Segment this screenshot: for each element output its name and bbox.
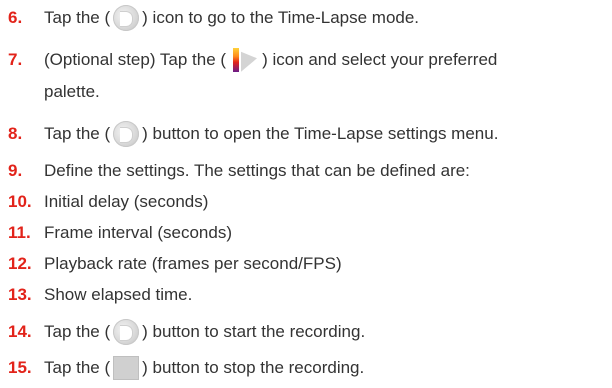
time-lapse-icon [113, 5, 140, 31]
step-number: 8. [8, 124, 23, 143]
step-text: Tap the ( ) button to stop the recording… [44, 356, 364, 380]
time-lapse-icon [113, 121, 140, 147]
step-text: palette. [44, 82, 100, 102]
step-text: Show elapsed time. [44, 285, 193, 304]
instruction-steps: 6. Tap the ( ) icon to go to the Time-La… [0, 0, 612, 388]
step-text: (Optional step) Tap the ( ) icon and sel… [44, 47, 497, 73]
step-text: Playback rate (frames per second/FPS) [44, 254, 342, 273]
step-text-after: ) icon and select your preferred [262, 50, 498, 69]
step-number: 13. [8, 285, 32, 304]
step-text: Initial delay (seconds) [44, 192, 209, 211]
step-text-before: Tap the ( [44, 358, 111, 377]
stop-icon [113, 356, 140, 380]
step-number: 6. [8, 8, 23, 27]
step-number: 14. [8, 322, 32, 341]
time-lapse-icon [113, 319, 140, 345]
step-text: Define the settings. The settings that c… [44, 161, 470, 180]
step-number: 7. [8, 50, 23, 69]
step-text: Tap the ( ) icon to go to the Time-Lapse… [44, 5, 419, 31]
step-text-continuation: palette. [44, 82, 100, 101]
step-text-after: ) button to stop the recording. [142, 358, 365, 377]
step-number: 10. [8, 192, 32, 211]
step-text-after: ) button to start the recording. [142, 322, 366, 341]
step-number: 12. [8, 254, 32, 273]
step-text-before: (Optional step) Tap the ( [44, 50, 227, 69]
step-text-before: Tap the ( [44, 322, 111, 341]
palette-icon [229, 47, 259, 73]
step-text: Tap the ( ) button to open the Time-Laps… [44, 121, 498, 147]
step-text-before: Tap the ( [44, 124, 111, 143]
step-text-after: ) button to open the Time-Lapse settings… [142, 124, 499, 143]
step-text: Tap the ( ) button to start the recordin… [44, 319, 365, 345]
step-number: 9. [8, 161, 23, 180]
step-number: 11. [8, 223, 31, 242]
step-text: Frame interval (seconds) [44, 223, 233, 242]
step-text-after: ) icon to go to the Time-Lapse mode. [142, 8, 420, 27]
step-number: 15. [8, 358, 32, 377]
step-text-before: Tap the ( [44, 8, 111, 27]
